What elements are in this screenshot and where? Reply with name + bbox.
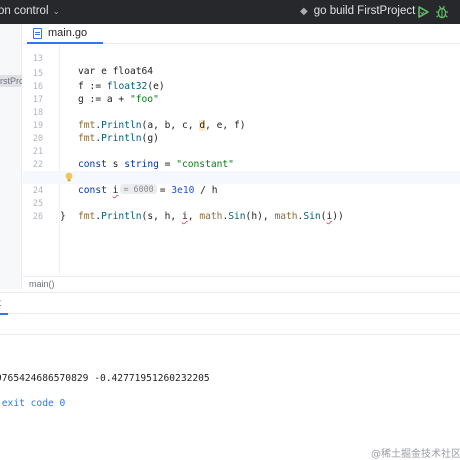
code-line: 18 fmt.Println(a, b, c, d, e, f): [23, 93, 460, 131]
go-config-icon: ◆: [300, 5, 308, 17]
run-configuration-label: go build FirstProject: [313, 5, 416, 17]
project-node-label[interactable]: rstPro: [0, 75, 22, 87]
editor-tab-bar: main.go: [23, 24, 460, 44]
line-number: 26: [32, 211, 43, 221]
tab-run[interactable]: t: [0, 293, 1, 315]
code-line: 16 g := a + "foo": [23, 67, 460, 105]
tab-main-go[interactable]: main.go: [27, 24, 103, 44]
code-text: fmt.Println(s, h, i, math.Sin(h), math.S…: [78, 211, 344, 222]
code-line: 25 }: [23, 184, 460, 222]
tab-label: main.go: [48, 27, 88, 39]
run-toolbar: [0, 315, 460, 335]
tab-run-label: t: [0, 298, 1, 309]
project-panel-edge: rstPro: [0, 24, 22, 289]
code-line: 17: [23, 80, 460, 104]
code-line: 22 const h = 5000000: [23, 145, 460, 183]
vcs-widget[interactable]: on control ⌄: [0, 5, 60, 17]
code-line: 26: [23, 197, 460, 221]
code-line: 20: [23, 119, 460, 143]
code-line: 19 fmt.Println(g): [23, 106, 460, 144]
watermark: @稀土掘金技术社区: [371, 449, 460, 460]
chevron-down-icon: ⌄: [52, 6, 61, 16]
code-line: 21 const s string = "constant": [23, 132, 460, 170]
code-line: 23 const i= 6000= 3e10 / h: [23, 158, 460, 196]
console-exit-line: exit code 0: [0, 398, 66, 409]
title-bar: on control ⌄ ◆ go build FirstProject ⌄: [0, 0, 460, 24]
vcs-label: on control: [0, 5, 49, 17]
run-configuration-selector[interactable]: ◆ go build FirstProject ⌄: [300, 5, 426, 17]
code-line: 13 var e float64: [23, 45, 460, 77]
code-line-current: 24 fmt.Println(s, h, i, math.Sin(h), mat…: [23, 171, 460, 222]
go-file-icon: [33, 27, 42, 39]
breadcrumb-item[interactable]: main(): [29, 279, 55, 289]
code-editor[interactable]: 13 var e float64 15 f := float32(e) 16 g…: [23, 45, 460, 275]
run-console[interactable]: 97654246865708​29 -0.42771951260232205 e…: [0, 336, 460, 460]
code-text: }: [60, 211, 66, 222]
lightbulb-icon[interactable]: [65, 172, 73, 183]
debug-icon[interactable]: [435, 4, 449, 20]
run-tool-window-header: t: [0, 292, 460, 315]
breadcrumb: main(): [23, 276, 460, 291]
run-icon[interactable]: [416, 5, 430, 19]
code-line: 15 f := float32(e): [23, 54, 460, 92]
console-output-line: 97654246865708​29 -0.42771951260232205: [0, 373, 210, 384]
